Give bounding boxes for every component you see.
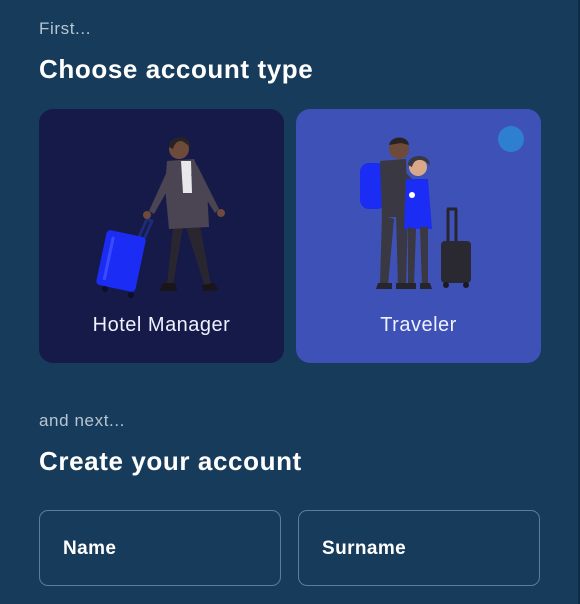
account-type-card-hotel-manager[interactable]: Hotel Manager	[39, 109, 284, 363]
surname-input[interactable]	[299, 511, 539, 585]
surname-field[interactable]: Surname	[298, 510, 540, 586]
account-setup-screen: First... Choose account type Hotel Manag…	[0, 0, 580, 604]
account-type-label-traveler: Traveler	[380, 314, 457, 336]
step-two-kicker: and next...	[39, 411, 125, 430]
name-input[interactable]	[40, 511, 280, 585]
account-type-card-traveler[interactable]: Traveler	[296, 109, 541, 363]
create-account-title: Create your account	[39, 446, 302, 476]
choose-account-type-title: Choose account type	[39, 54, 314, 84]
name-field[interactable]: Name	[39, 510, 281, 586]
step-one-kicker: First...	[39, 19, 92, 38]
account-type-label-hotel-manager: Hotel Manager	[92, 314, 231, 336]
